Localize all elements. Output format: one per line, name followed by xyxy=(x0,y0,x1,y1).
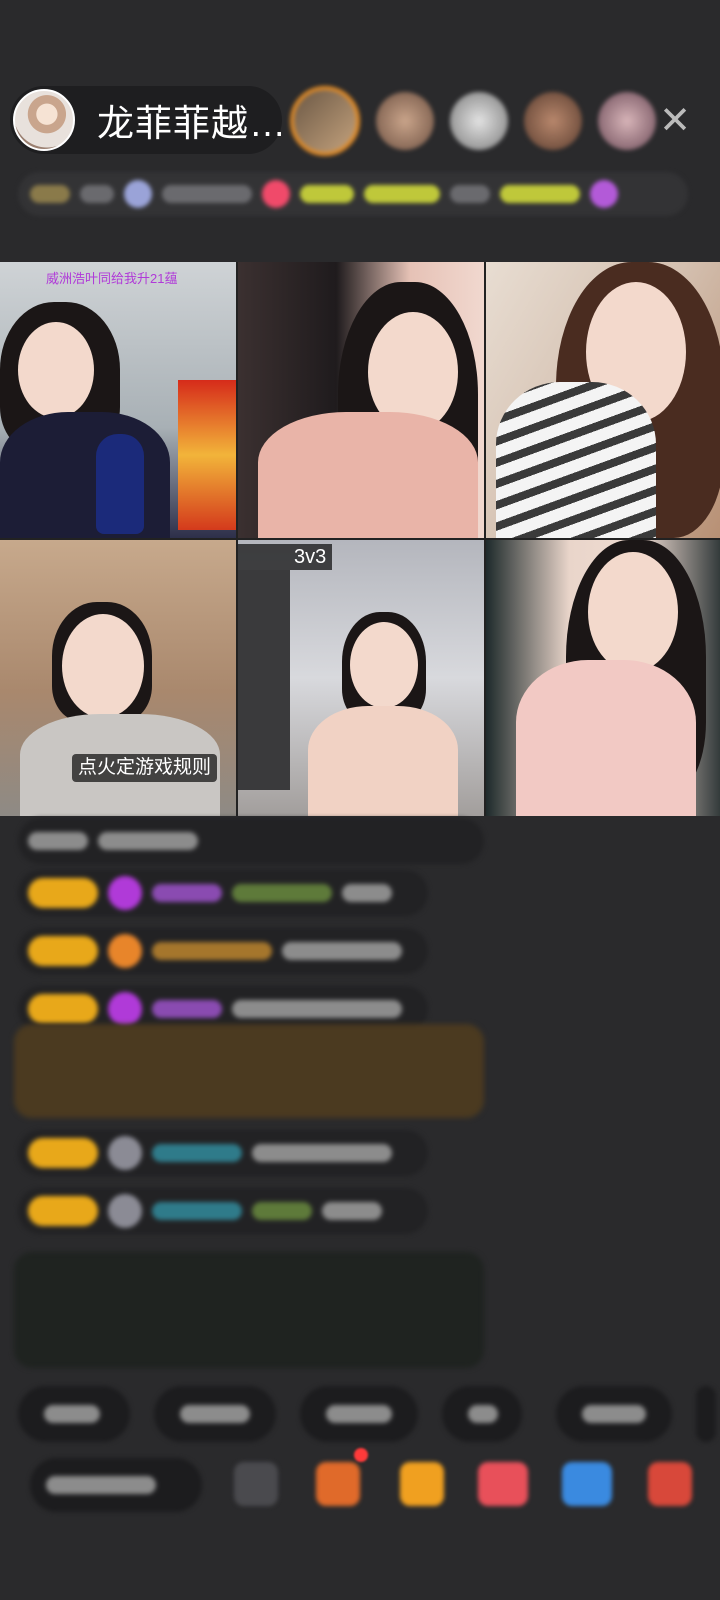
user-level-badge xyxy=(28,1138,98,1168)
close-icon[interactable]: ✕ xyxy=(655,101,695,141)
pk-mode-tag: 3v3 xyxy=(238,544,333,570)
viewer-avatar[interactable] xyxy=(524,92,582,150)
chat-message[interactable] xyxy=(18,1188,428,1234)
guest-video-tile[interactable] xyxy=(486,540,720,816)
user-level-badge xyxy=(28,878,98,908)
game-icon[interactable] xyxy=(478,1462,528,1506)
fan-club-icon xyxy=(108,1136,142,1170)
host-info-pill[interactable]: 龙菲菲越… xyxy=(10,86,282,154)
room-tag xyxy=(364,185,440,203)
chat-message[interactable] xyxy=(18,870,428,916)
room-tag xyxy=(300,185,354,203)
viewer-avatar[interactable] xyxy=(290,86,360,156)
tile-notice-text: 威洲浩叶同给我升21蕴 xyxy=(46,271,178,286)
room-info-bar[interactable] xyxy=(18,172,688,216)
guest-video-tile[interactable]: 点火定游戏规则 xyxy=(0,540,236,816)
viewer-avatar[interactable] xyxy=(376,92,434,150)
guest-video-tile[interactable]: 3v3 xyxy=(238,540,484,816)
quick-reply-chip[interactable] xyxy=(696,1386,716,1442)
quick-reply-chip[interactable] xyxy=(556,1386,672,1442)
quick-reply-chip[interactable] xyxy=(300,1386,418,1442)
shop-icon[interactable] xyxy=(648,1462,692,1506)
room-tag xyxy=(500,185,580,203)
notification-dot xyxy=(354,1448,368,1462)
guest-video-tile[interactable]: 威洲浩叶同给我升21蕴 xyxy=(0,262,236,538)
ranking-icon xyxy=(124,180,152,208)
chat-message[interactable] xyxy=(18,1130,428,1176)
fan-club-icon xyxy=(108,992,142,1026)
user-level-badge xyxy=(28,936,98,966)
activity-icon[interactable] xyxy=(562,1462,612,1506)
user-level-badge xyxy=(28,994,98,1024)
extra-icon xyxy=(590,180,618,208)
room-tag xyxy=(450,185,490,203)
game-rule-label: 点火定游戏规则 xyxy=(72,754,218,782)
viewer-avatar[interactable] xyxy=(598,92,656,150)
microphone xyxy=(96,434,144,534)
guest-video-tile[interactable] xyxy=(238,262,484,538)
quick-reply-chip[interactable] xyxy=(442,1386,522,1442)
more-icon[interactable] xyxy=(234,1462,278,1506)
quick-reply-chip[interactable] xyxy=(18,1386,130,1442)
room-stat xyxy=(162,185,252,203)
viewer-avatar[interactable] xyxy=(450,92,508,150)
quick-reply-chip[interactable] xyxy=(154,1386,276,1442)
poster-image xyxy=(178,380,236,530)
fan-club-icon xyxy=(108,1194,142,1228)
chat-message xyxy=(18,818,484,864)
room-stat xyxy=(80,185,114,203)
gift-icon[interactable] xyxy=(400,1462,444,1506)
user-level-badge xyxy=(28,1196,98,1226)
system-notice-message xyxy=(14,1252,484,1368)
room-level-badge xyxy=(30,185,70,203)
host-name: 龙菲菲越… xyxy=(97,103,282,144)
host-avatar[interactable] xyxy=(13,89,75,151)
top-viewers-list xyxy=(290,86,656,156)
treasure-box-icon[interactable] xyxy=(316,1462,360,1506)
hot-icon xyxy=(262,180,290,208)
fan-club-icon xyxy=(108,934,142,968)
chat-input[interactable] xyxy=(30,1458,202,1512)
chat-message[interactable] xyxy=(18,928,428,974)
fan-club-icon xyxy=(108,876,142,910)
multi-guest-video-grid: 威洲浩叶同给我升21蕴 点火定游戏规则 3v3 xyxy=(0,262,720,816)
gift-message[interactable] xyxy=(14,1024,484,1118)
guest-video-tile[interactable] xyxy=(486,262,720,538)
